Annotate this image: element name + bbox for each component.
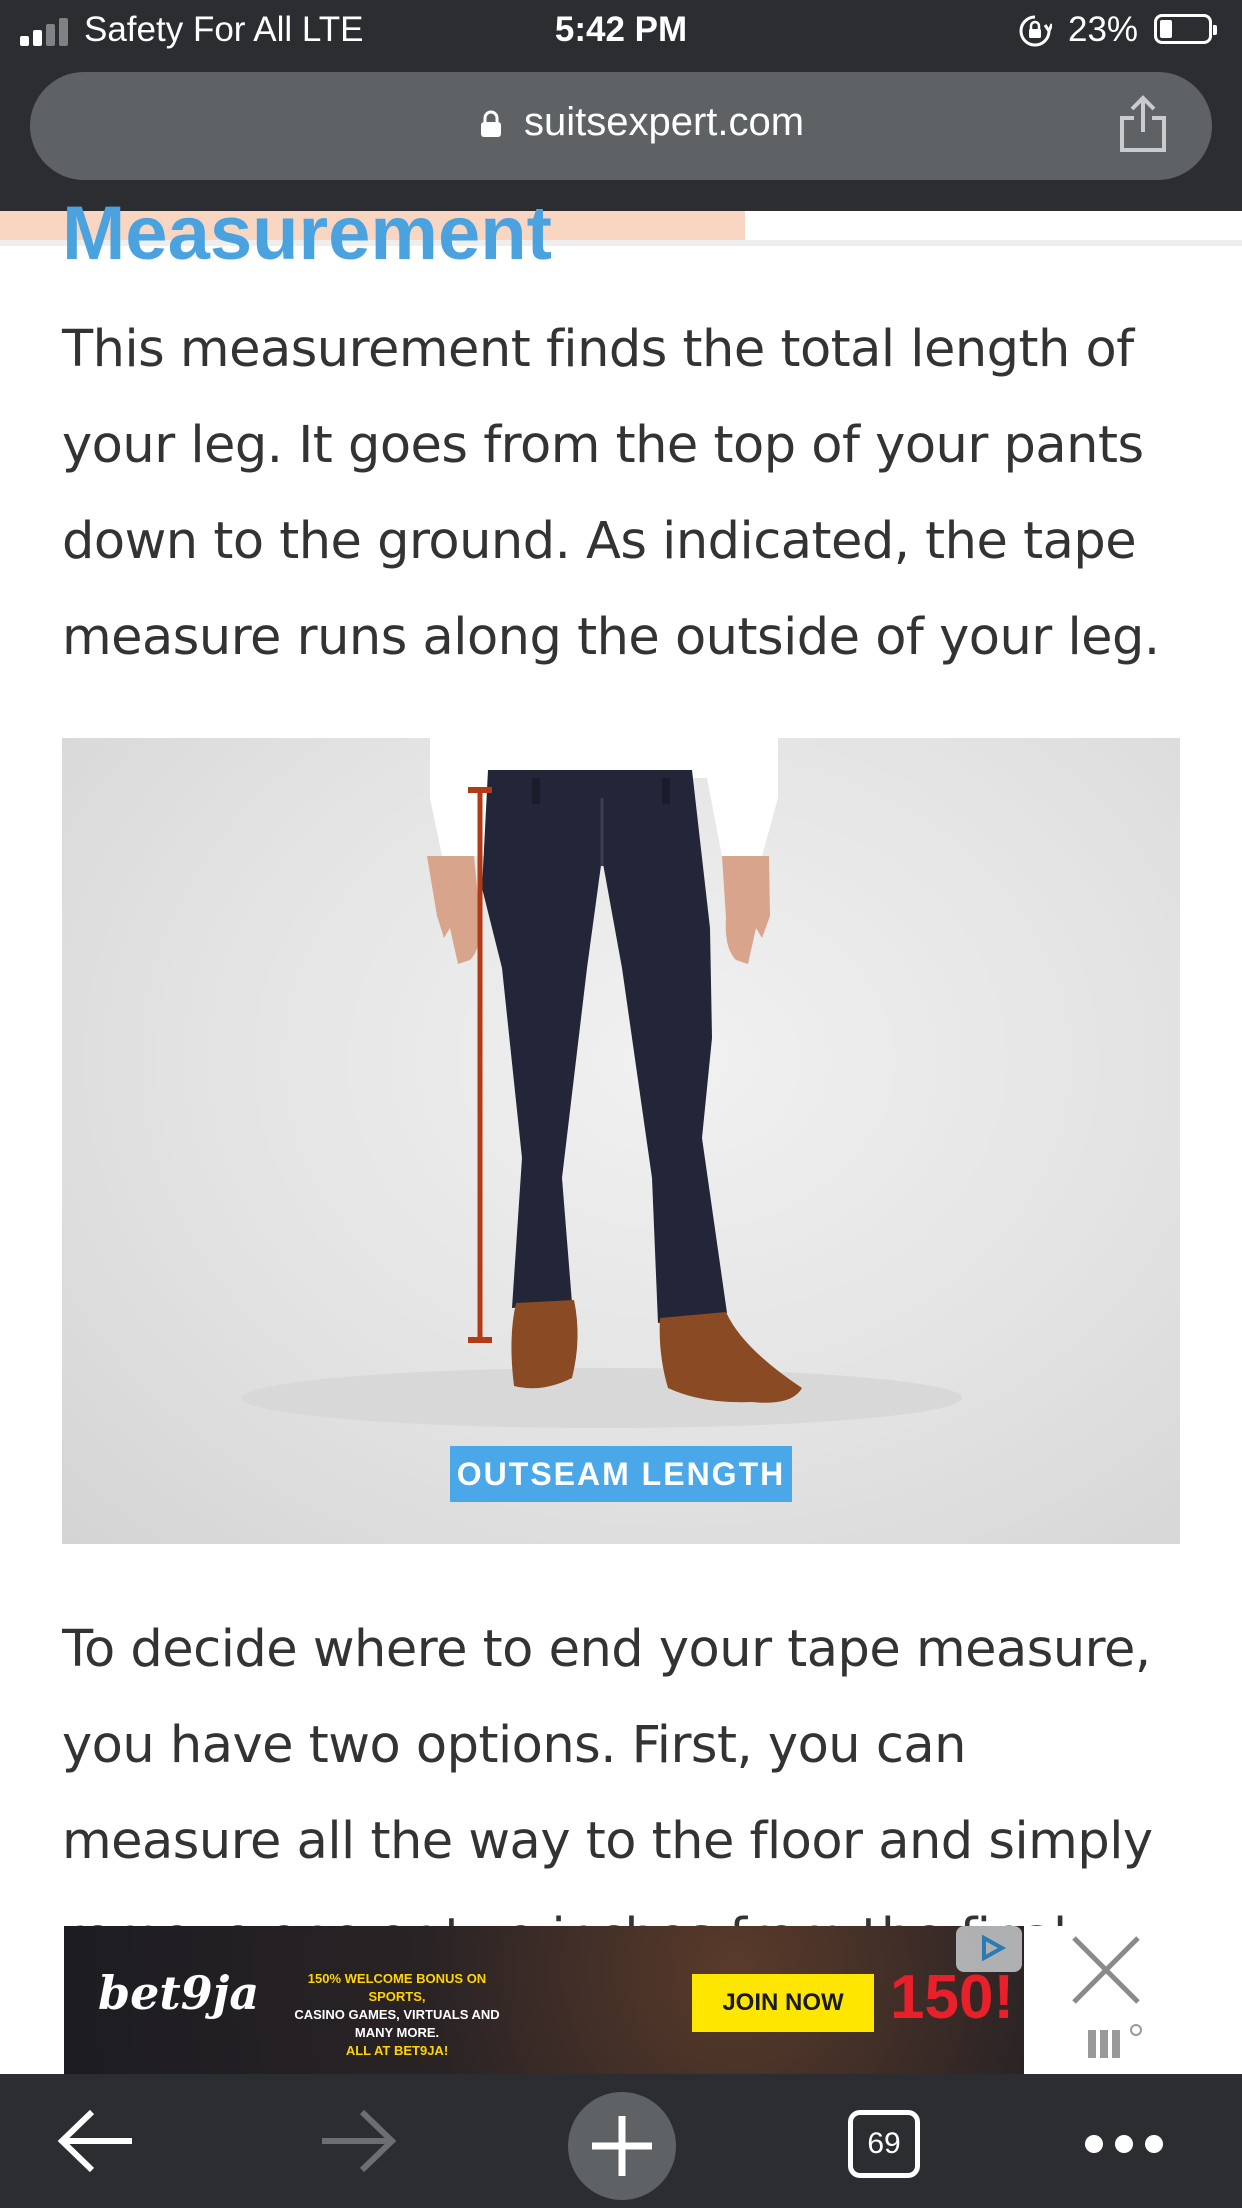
- ad-banner[interactable]: bet9ja 150% WELCOME BONUS ON SPORTS, CAS…: [64, 1926, 1024, 2074]
- more-options-icon[interactable]: [1082, 2132, 1166, 2156]
- ad-join-button[interactable]: JOIN NOW: [692, 1974, 874, 2032]
- adchoices-icon[interactable]: [956, 1926, 1022, 1972]
- battery-percent: 23%: [1068, 10, 1139, 49]
- article-paragraph: This measurement finds the total length …: [62, 320, 1160, 667]
- plus-icon: [592, 2116, 652, 2176]
- ad-network-icon: [1088, 2024, 1142, 2058]
- close-icon[interactable]: [1068, 1932, 1144, 2008]
- forward-arrow-icon[interactable]: [318, 2108, 398, 2174]
- back-arrow-icon[interactable]: [56, 2108, 136, 2174]
- lock-icon: [481, 110, 501, 137]
- browser-toolbar: 69: [0, 2074, 1242, 2208]
- browser-chrome-top: Safety For All LTE 5:42 PM 23% suitsexpe…: [0, 0, 1242, 211]
- ad-bonus-text: 150!: [890, 1963, 1015, 2032]
- ad-copy: 150% WELCOME BONUS ON SPORTS, CASINO GAM…: [282, 1970, 512, 2060]
- new-tab-button[interactable]: [568, 2092, 676, 2200]
- section-heading: Measurement: [62, 191, 552, 272]
- ad-banner-area: bet9ja 150% WELCOME BONUS ON SPORTS, CAS…: [0, 1926, 1242, 2074]
- image-caption-badge: OUTSEAM LENGTH: [450, 1446, 792, 1502]
- ad-copy-line: CASINO GAMES, VIRTUALS AND MANY MORE.: [294, 2007, 500, 2040]
- ad-copy-line: ALL AT BET9JA!: [345, 2043, 449, 2058]
- tabs-button[interactable]: 69: [848, 2110, 920, 2178]
- address-bar[interactable]: suitsexpert.com: [30, 72, 1212, 180]
- battery-icon: [1154, 14, 1217, 44]
- outseam-photo: OUTSEAM LENGTH: [62, 738, 1180, 1544]
- url-text[interactable]: suitsexpert.com: [524, 100, 804, 145]
- ad-logo: bet9ja: [98, 1966, 260, 2020]
- share-icon[interactable]: [1116, 94, 1170, 154]
- clock: 5:42 PM: [554, 10, 688, 49]
- rotation-lock-icon: [1019, 15, 1052, 47]
- ad-copy-line: 150% WELCOME BONUS ON SPORTS,: [307, 1971, 487, 2004]
- article-paragraph: To decide where to end your tape measure…: [62, 1620, 1153, 1926]
